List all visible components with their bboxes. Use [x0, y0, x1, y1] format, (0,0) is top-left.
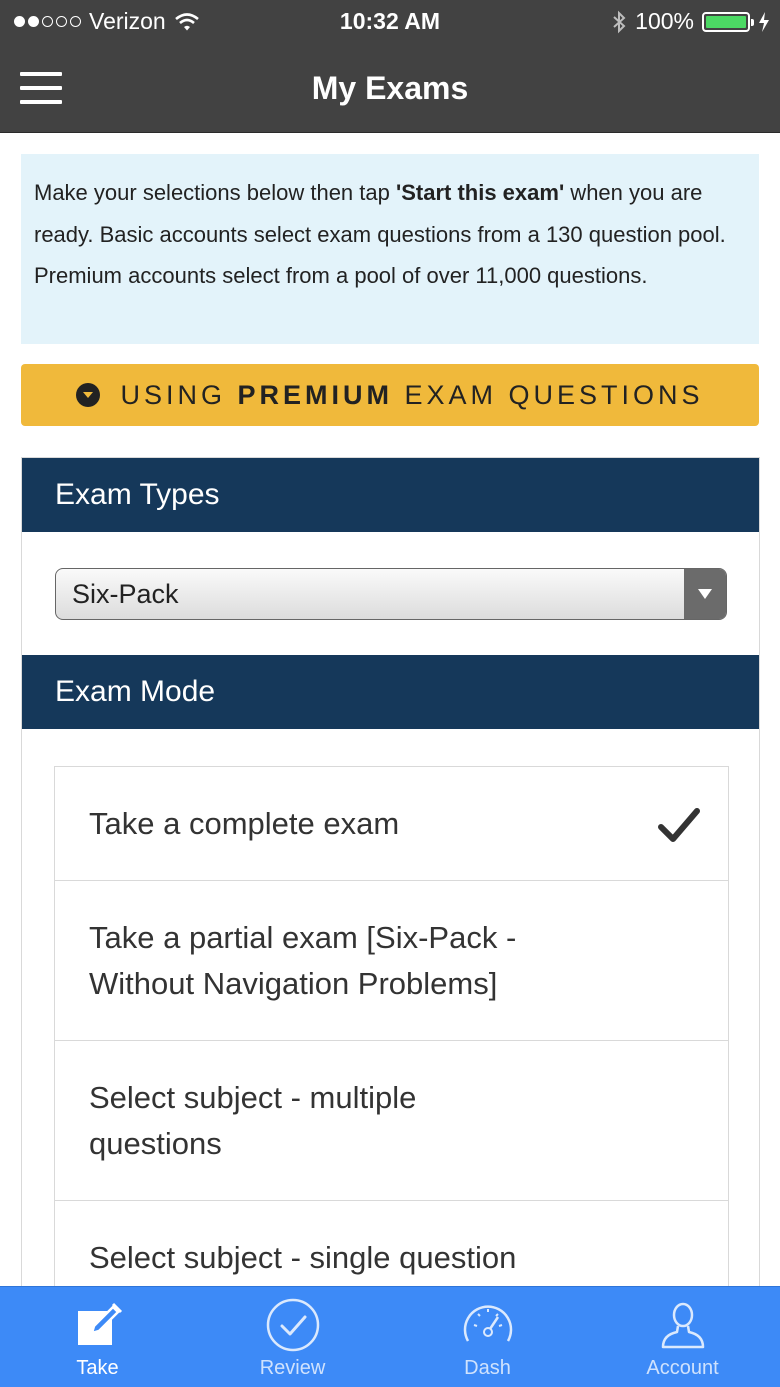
tab-dash[interactable]: Dash [390, 1287, 585, 1387]
chevron-down-circle-icon [76, 383, 101, 407]
tab-bar: Take Review Dash Account [0, 1286, 780, 1387]
status-right: 100% [611, 8, 770, 35]
premium-label-bold: PREMIUM [237, 379, 393, 410]
battery-icon [702, 11, 754, 32]
option-label: Select subject - single question [89, 1240, 517, 1275]
exam-type-select[interactable]: Six-Pack [55, 568, 727, 620]
exam-type-selected-value: Six-Pack [72, 578, 179, 609]
check-circle-icon [266, 1298, 319, 1352]
pencil-square-icon [77, 1302, 122, 1345]
exam-mode-options: Take a complete exam Take a partial exam… [54, 766, 729, 1286]
tab-account[interactable]: Account [585, 1287, 780, 1387]
exam-mode-option-subject-multiple[interactable]: Select subject - multiple questions [55, 1041, 728, 1201]
option-label: Select subject - multiple questions [89, 1079, 417, 1161]
checkmark-icon [658, 808, 700, 842]
instructions-box: Make your selections below then tap 'Sta… [21, 154, 759, 344]
speedometer-icon [463, 1305, 512, 1342]
bluetooth-icon [613, 10, 626, 33]
option-label: Take a partial exam [Six-Pack - Without … [89, 919, 517, 1001]
dropdown-arrow-icon [684, 569, 726, 619]
option-label: Take a complete exam [89, 805, 400, 841]
exam-settings-panel: Exam Types Six-Pack Exam Mode Take a com… [21, 457, 760, 1287]
tab-review[interactable]: Review [195, 1287, 390, 1387]
instructions-text-start: Make your selections below then tap [34, 180, 396, 205]
nav-bar: My Exams [0, 44, 780, 133]
tab-label: Take [76, 1357, 119, 1379]
exam-types-heading: Exam Types [22, 458, 759, 532]
exam-mode-section: Exam Mode [22, 655, 759, 729]
exam-mode-option-partial[interactable]: Take a partial exam [Six-Pack - Without … [55, 881, 728, 1041]
tab-label: Review [259, 1357, 326, 1379]
exam-mode-heading: Exam Mode [22, 655, 759, 729]
premium-label-prefix: USING [120, 379, 238, 410]
tab-label: Account [646, 1357, 719, 1379]
page-title: My Exams [311, 70, 469, 106]
premium-questions-toggle[interactable]: USING PREMIUM EXAM QUESTIONS [21, 364, 759, 426]
instructions-emphasis: 'Start this exam' [395, 180, 565, 205]
exam-mode-option-subject-single[interactable]: Select subject - single question [55, 1201, 728, 1286]
premium-banner-label: USING PREMIUM EXAM QUESTIONS [120, 380, 703, 411]
tab-label: Dash [464, 1357, 511, 1379]
battery-percent: 100% [635, 8, 694, 34]
charging-icon [759, 11, 769, 32]
premium-label-suffix: EXAM QUESTIONS [392, 379, 704, 410]
exam-mode-option-complete[interactable]: Take a complete exam [55, 767, 728, 881]
tab-take[interactable]: Take [0, 1287, 195, 1387]
status-bar: Verizon 10:32 AM 100% [0, 0, 780, 44]
user-icon [661, 1302, 704, 1349]
